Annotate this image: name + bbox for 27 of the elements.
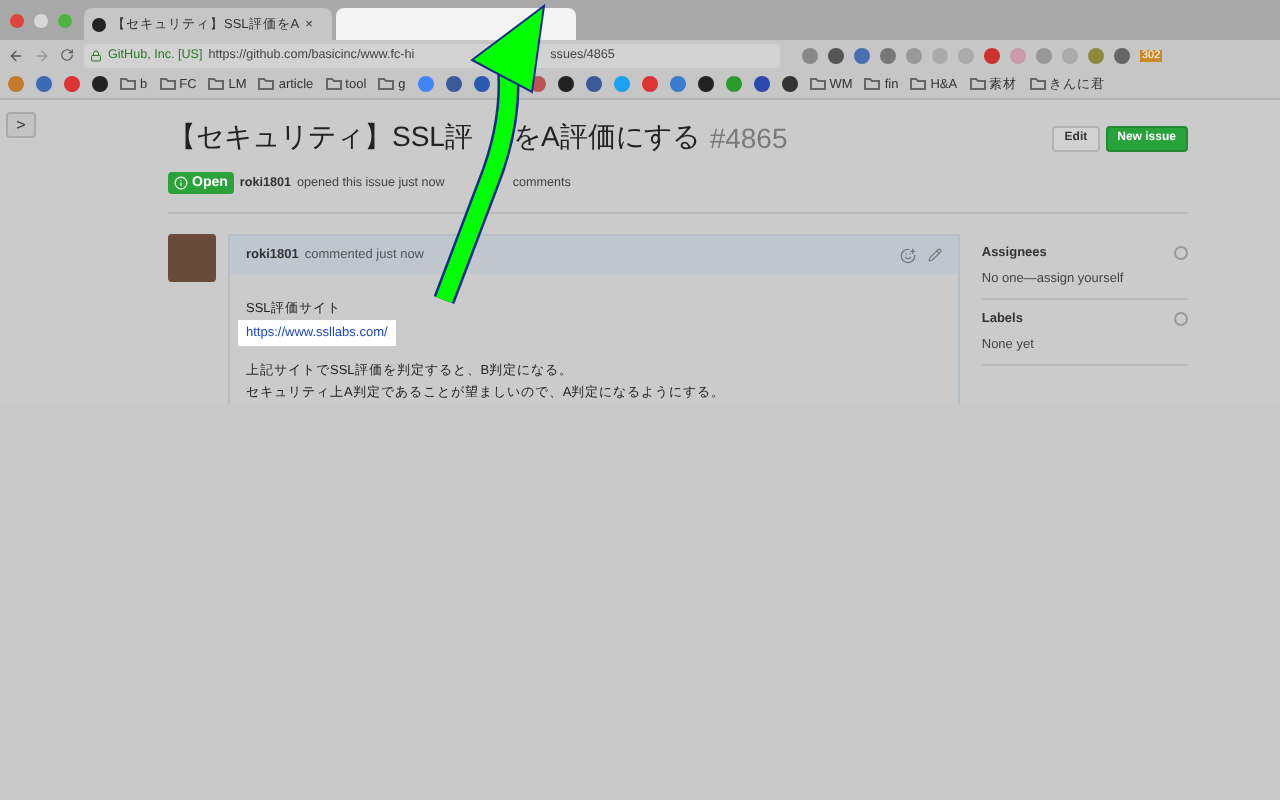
folder-icon (864, 78, 881, 90)
forward-icon[interactable] (34, 47, 50, 63)
close-window-dot[interactable] (10, 13, 24, 27)
issue-number: #4865 (709, 122, 788, 154)
add-reaction-icon[interactable] (899, 247, 916, 263)
folder-icon (1029, 78, 1046, 90)
folder-icon (325, 78, 342, 90)
new-tab[interactable] (336, 8, 576, 40)
folder-icon (258, 78, 275, 90)
issue-title: 【セキュリティ】SSL評 (168, 120, 473, 156)
folder-icon (159, 78, 176, 90)
maximize-window-dot[interactable] (58, 13, 72, 27)
back-icon[interactable] (8, 47, 24, 63)
sidebar-toggle[interactable]: > (6, 112, 36, 138)
issue-title: をA評価にする (512, 120, 700, 156)
folder-icon (910, 78, 927, 90)
folder-icon (120, 78, 136, 90)
edit-icon[interactable] (927, 248, 942, 262)
reload-icon[interactable] (60, 48, 74, 62)
folder-icon (969, 78, 986, 90)
folder-icon (809, 78, 826, 90)
folder-icon (378, 78, 395, 90)
minimize-window-dot[interactable] (34, 13, 48, 27)
folder-icon (208, 78, 225, 90)
lock-icon (90, 49, 102, 61)
avatar-placeholder (168, 234, 216, 282)
info-icon (174, 176, 188, 190)
